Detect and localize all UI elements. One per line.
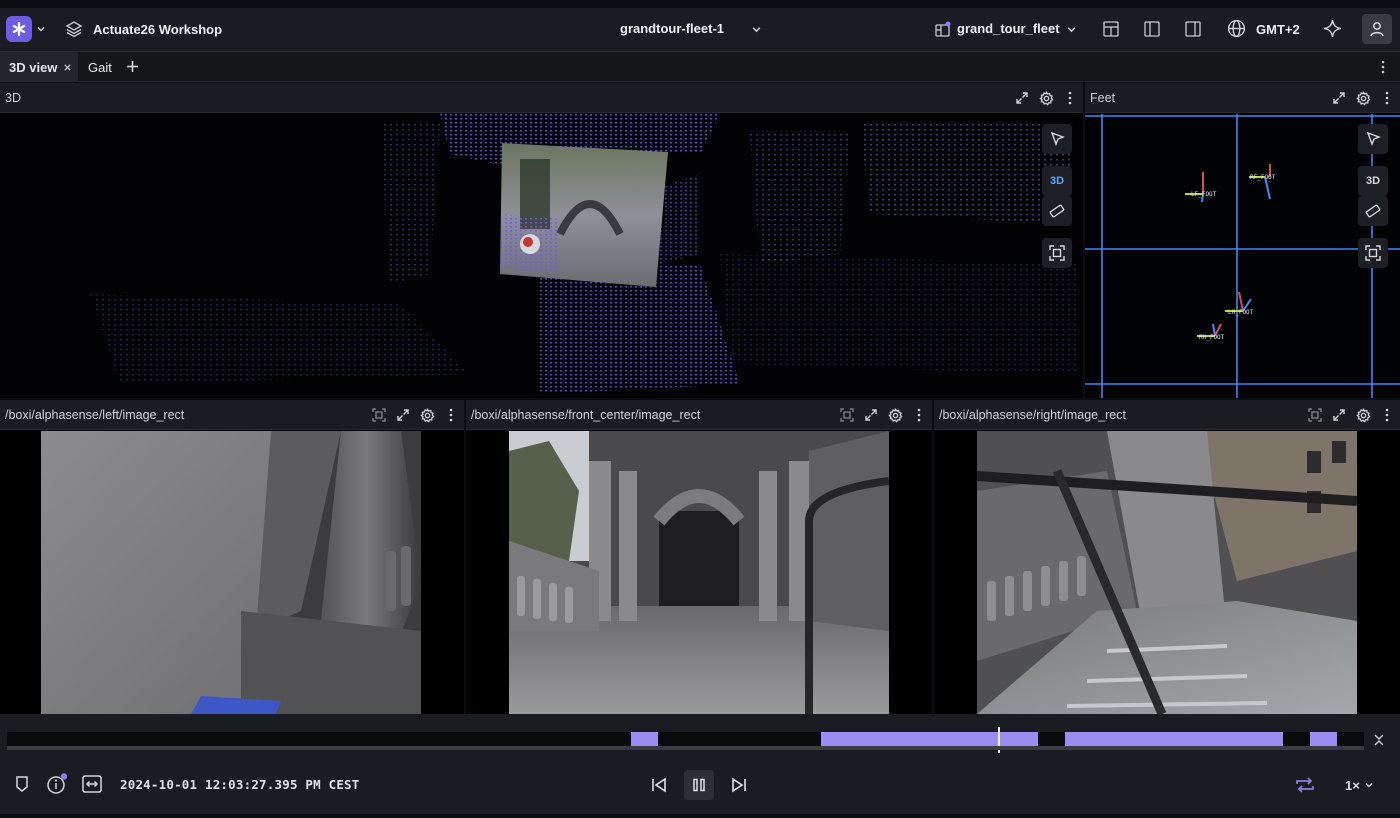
expand-icon[interactable]: [394, 405, 412, 425]
expand-icon[interactable]: [1013, 88, 1031, 108]
chevron-down-icon[interactable]: [751, 24, 762, 35]
loaded-ranges: [7, 732, 1364, 746]
select-tool-icon[interactable]: [1358, 124, 1388, 154]
panel-feet[interactable]: Feet LF_FOOT RF_FOOT LH_FOOT RH_FOOT 3D: [1085, 83, 1400, 398]
crop-icon[interactable]: [1306, 405, 1324, 425]
expand-icon[interactable]: [1330, 405, 1348, 425]
timezone-label[interactable]: GMT+2: [1256, 22, 1300, 37]
add-panel-icon[interactable]: [1101, 19, 1121, 39]
globe-icon[interactable]: [1226, 18, 1247, 39]
info-icon[interactable]: [46, 773, 68, 795]
chevron-down-icon[interactable]: [36, 24, 46, 34]
workspace-name[interactable]: Actuate26 Workshop: [93, 22, 222, 37]
loaded-range: [1065, 732, 1283, 746]
panel-front-camera[interactable]: /boxi/alphasense/front_center/image_rect: [466, 400, 932, 714]
panel-header: /boxi/alphasense/left/image_rect: [0, 400, 464, 430]
add-tab-icon[interactable]: [126, 60, 139, 73]
playback-speed[interactable]: 1×: [1345, 778, 1360, 793]
timeline-track[interactable]: [7, 727, 1364, 753]
more-vertical-icon[interactable]: [1378, 88, 1396, 108]
tab-label: 3D view: [9, 59, 58, 75]
more-vertical-icon[interactable]: [442, 405, 460, 425]
tab-label: Gait: [88, 59, 112, 75]
more-vertical-icon[interactable]: [1061, 88, 1079, 108]
panel-header: /boxi/alphasense/right/image_rect: [934, 400, 1400, 430]
layout-icon[interactable]: [934, 20, 952, 38]
close-icon[interactable]: [63, 63, 72, 72]
layers-icon[interactable]: [64, 19, 84, 39]
panel-3d[interactable]: 3D 3D: [0, 83, 1083, 398]
fit-view-icon[interactable]: [1042, 238, 1072, 268]
timeline-scrollbar[interactable]: [7, 746, 1364, 750]
pointcloud-scene[interactable]: [0, 114, 1083, 398]
right-camera-image: [977, 431, 1357, 714]
frame-label-rf: RF_FOOT: [1250, 174, 1276, 181]
view-3d-toggle[interactable]: 3D: [1358, 166, 1388, 196]
ruler-icon[interactable]: [1042, 196, 1072, 226]
loaded-range: [821, 732, 1039, 746]
panel-header: Feet: [1085, 83, 1400, 113]
layout-name[interactable]: grand_tour_fleet: [957, 21, 1060, 36]
panel-left-camera[interactable]: /boxi/alphasense/left/image_rect: [0, 400, 464, 714]
settings-gear-icon[interactable]: [1037, 88, 1055, 108]
user-avatar-icon[interactable]: [1362, 14, 1392, 44]
chevron-down-icon[interactable]: [1364, 780, 1374, 790]
fit-width-icon[interactable]: [81, 774, 103, 794]
more-vertical-icon[interactable]: [1378, 405, 1396, 425]
frame-label-lf: LF_FOOT: [1191, 191, 1217, 198]
settings-gear-icon[interactable]: [1354, 405, 1372, 425]
expand-icon[interactable]: [1330, 88, 1348, 108]
loaded-range: [1309, 732, 1337, 746]
settings-gear-icon[interactable]: [418, 405, 436, 425]
sparkle-icon[interactable]: [1322, 18, 1343, 39]
panel-right-camera[interactable]: /boxi/alphasense/right/image_rect: [934, 400, 1400, 714]
app-window: Actuate26 Workshop grandtour-fleet-1 gra…: [0, 0, 1400, 818]
crop-icon[interactable]: [370, 405, 388, 425]
panel-header: 3D: [0, 83, 1083, 113]
ruler-icon[interactable]: [1358, 196, 1388, 226]
select-tool-icon[interactable]: [1042, 124, 1072, 154]
tab-gait[interactable]: Gait: [88, 52, 112, 82]
view-3d-toggle[interactable]: 3D: [1042, 166, 1072, 196]
app-logo-icon[interactable]: [6, 16, 32, 42]
tab-bar: 3D view Gait: [0, 52, 1400, 82]
left-sidebar-icon[interactable]: [1142, 19, 1162, 39]
panel-title: /boxi/alphasense/front_center/image_rect: [471, 408, 701, 422]
tab-3d-view[interactable]: 3D view: [0, 52, 78, 82]
more-vertical-icon[interactable]: [910, 405, 928, 425]
top-bar: Actuate26 Workshop grandtour-fleet-1 gra…: [0, 8, 1400, 52]
panel-title: Feet: [1090, 91, 1116, 105]
panel-title: /boxi/alphasense/right/image_rect: [939, 408, 1126, 422]
pause-button[interactable]: [684, 770, 714, 800]
seek-forward-button[interactable]: [724, 770, 754, 800]
seek-back-button[interactable]: [644, 770, 674, 800]
expand-icon[interactable]: [862, 405, 880, 425]
loaded-range: [631, 732, 659, 746]
frame-label-lh: LH_FOOT: [1228, 309, 1254, 316]
chevron-down-icon[interactable]: [1066, 24, 1077, 35]
panel-header: /boxi/alphasense/front_center/image_rect: [466, 400, 932, 430]
fit-view-icon[interactable]: [1358, 238, 1388, 268]
front-camera-image: [509, 431, 889, 714]
right-sidebar-icon[interactable]: [1183, 19, 1203, 39]
bookmark-icon[interactable]: [14, 775, 30, 793]
settings-gear-icon[interactable]: [1354, 88, 1372, 108]
panel-title: 3D: [5, 91, 21, 105]
loop-icon[interactable]: [1294, 775, 1316, 795]
frame-label-rh: RH_FOOT: [1199, 334, 1225, 341]
collapse-icon[interactable]: [1373, 732, 1385, 748]
left-camera-image: [41, 431, 421, 714]
session-name[interactable]: grandtour-fleet-1: [620, 21, 724, 36]
more-vertical-icon[interactable]: [1377, 60, 1389, 74]
settings-gear-icon[interactable]: [886, 405, 904, 425]
current-timestamp[interactable]: 2024-10-01 12:03:27.395 PM CEST: [120, 777, 360, 792]
feet-plot[interactable]: LF_FOOT RF_FOOT LH_FOOT RH_FOOT: [1085, 114, 1400, 398]
crop-icon[interactable]: [838, 405, 856, 425]
panel-title: /boxi/alphasense/left/image_rect: [5, 408, 185, 422]
playback-controls: 2024-10-01 12:03:27.395 PM CEST 1×: [0, 760, 1400, 808]
